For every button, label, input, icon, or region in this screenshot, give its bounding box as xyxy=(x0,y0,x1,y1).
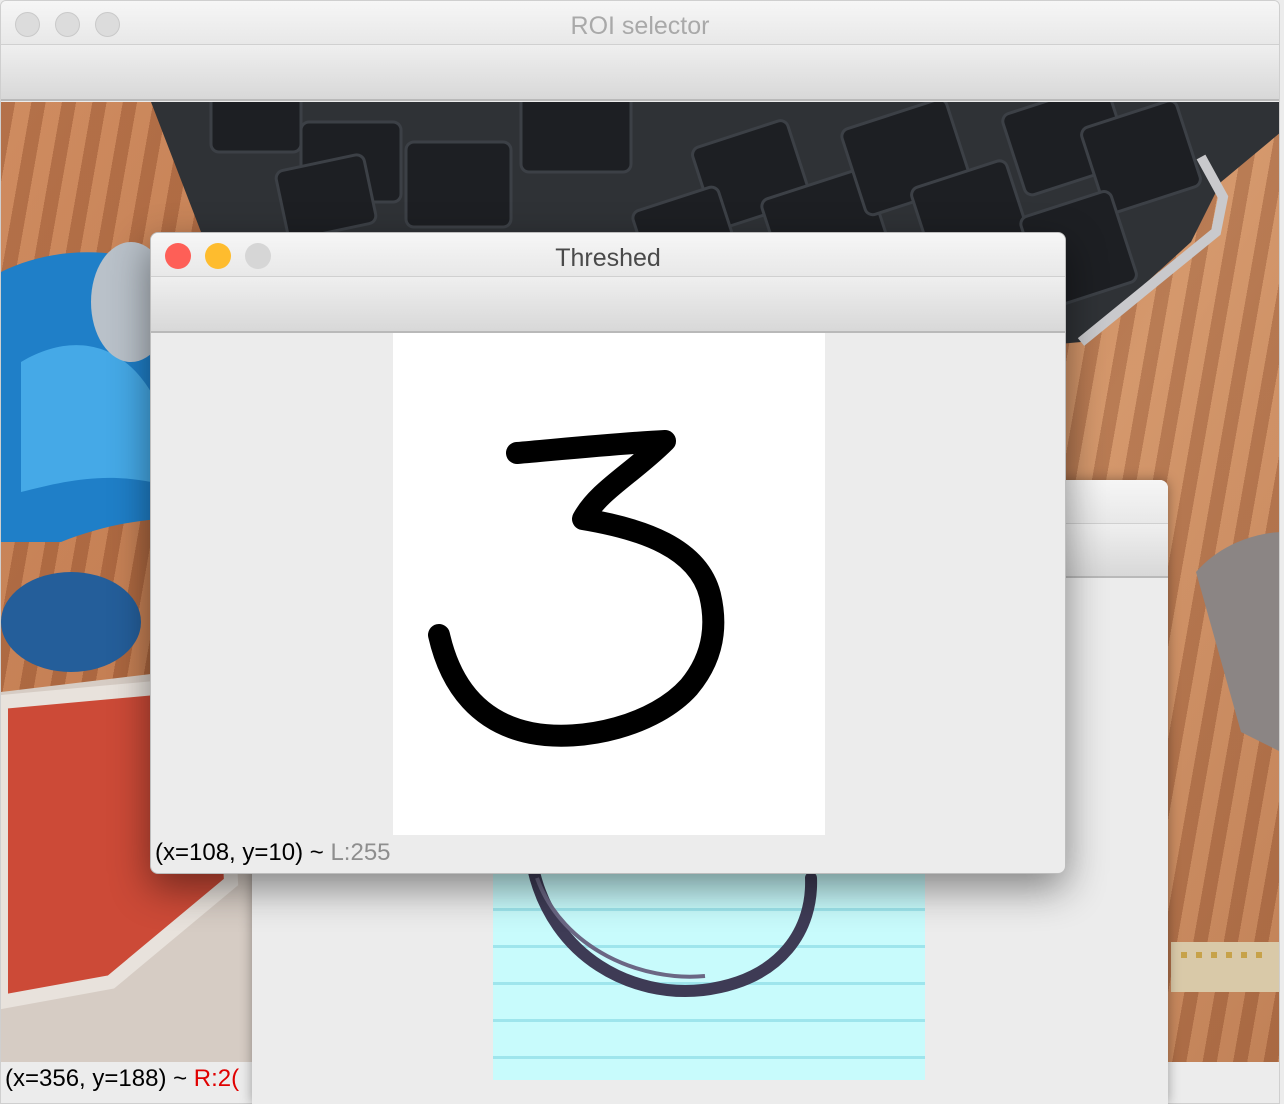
roi-window-title: ROI selector xyxy=(570,12,710,40)
roi-toolbar xyxy=(1,45,1279,101)
threshed-status-bar: (x=108, y=10) ~ L:255 xyxy=(155,839,391,867)
desk-objects-image xyxy=(1171,532,1279,992)
threshed-status-coordinates: (x=108, y=10) ~ xyxy=(155,839,331,866)
threshed-window-title: Threshed xyxy=(555,244,661,272)
threshed-toolbar xyxy=(151,277,1065,333)
roi-status-pixel-value: R:2( xyxy=(193,1065,240,1092)
threshed-status-pixel-value: L:255 xyxy=(330,839,391,866)
threshed-digit-image[interactable] xyxy=(393,333,825,835)
roi-titlebar[interactable]: ROI selector xyxy=(1,1,1279,45)
threshed-titlebar[interactable]: Threshed xyxy=(151,233,1065,277)
roi-status-bar: (x=356, y=188) ~ R:2( xyxy=(5,1065,239,1093)
threshed-window: Threshed (x=108, y=10) ~ L:255 xyxy=(150,232,1066,874)
roi-status-coordinates: (x=356, y=188) ~ xyxy=(5,1065,194,1092)
digit-three-glyph xyxy=(428,430,725,747)
